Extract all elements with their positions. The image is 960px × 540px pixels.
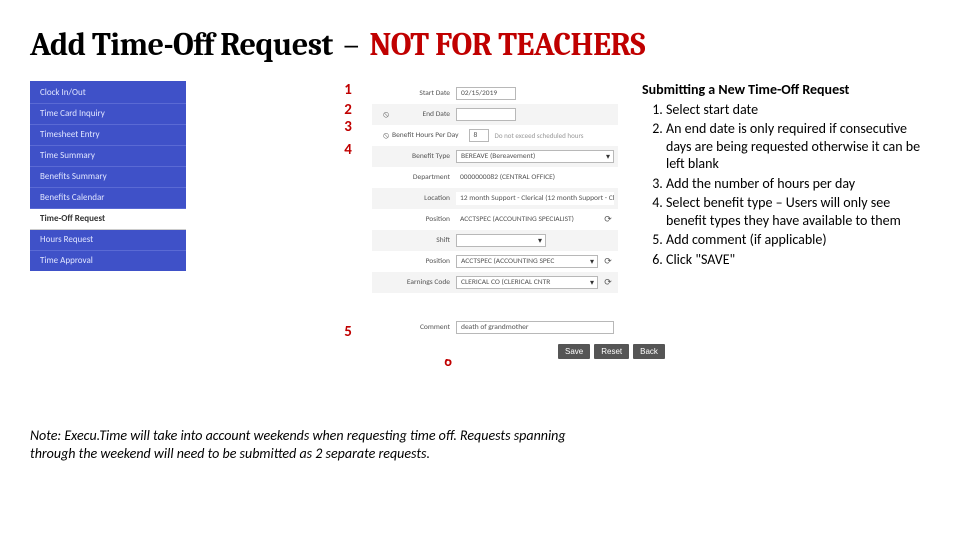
- callout-2: 2: [338, 101, 358, 119]
- callout-5: 5: [338, 323, 358, 341]
- back-button[interactable]: Back: [633, 344, 665, 359]
- end-date-input[interactable]: [456, 108, 516, 121]
- earnings-select[interactable]: CLERICAL CO (CLERICAL CNTR: [456, 276, 598, 289]
- sidebar-item-time-approval[interactable]: Time Approval: [30, 251, 186, 271]
- row-position2: Position ACCTSPEC (ACCOUNTING SPEC ⟳: [372, 251, 618, 272]
- row-start-date: Start Date 02/15/2019: [372, 83, 618, 104]
- location-value: 12 month Support - Clerical (12 month Su…: [456, 192, 614, 205]
- sidebar-item-benefits-summary[interactable]: Benefits Summary: [30, 167, 186, 188]
- position2-select[interactable]: ACCTSPEC (ACCOUNTING SPEC: [456, 255, 598, 268]
- callout-1: 1: [338, 81, 358, 99]
- row-department: Department 0000000082 (CENTRAL OFFICE): [372, 167, 618, 188]
- shift-select[interactable]: [456, 234, 546, 247]
- sidebar-item-timecard[interactable]: Time Card Inquiry: [30, 104, 186, 125]
- benefit-hours-input[interactable]: 8: [469, 129, 489, 142]
- label-position2: Position: [376, 257, 456, 266]
- button-row: Save Reset Back: [558, 344, 618, 359]
- page-title: Add Time-Off Request – NOT FOR TEACHERS: [30, 26, 930, 63]
- app-screenshot: Clock In/Out Time Card Inquiry Timesheet…: [30, 81, 622, 381]
- title-dash: –: [343, 26, 359, 63]
- benefit-type-select[interactable]: BEREAVE (Bereavement): [456, 150, 614, 163]
- row-location: Location 12 month Support - Clerical (12…: [372, 188, 618, 209]
- instruction-item: An end date is only required if consecut…: [666, 120, 930, 173]
- callout-3: 3: [338, 118, 358, 136]
- comment-input[interactable]: death of grandmother: [456, 321, 614, 334]
- row-shift: Shift: [372, 230, 618, 251]
- instruction-item: Select start date: [666, 101, 930, 119]
- sidebar: Clock In/Out Time Card Inquiry Timesheet…: [30, 81, 186, 271]
- instruction-item: Add comment (if applicable): [666, 231, 930, 249]
- refresh-icon[interactable]: ⟳: [602, 214, 614, 226]
- position-value: ACCTSPEC (ACCOUNTING SPECIALIST): [456, 213, 598, 226]
- sidebar-item-hours-request[interactable]: Hours Request: [30, 230, 186, 251]
- save-button[interactable]: Save: [558, 344, 590, 359]
- row-position: Position ACCTSPEC (ACCOUNTING SPECIALIST…: [372, 209, 618, 230]
- reset-button[interactable]: Reset: [594, 344, 629, 359]
- footer-note: Note: Execu.Time will take into account …: [30, 427, 570, 462]
- instruction-item: Add the number of hours per day: [666, 175, 930, 193]
- form-area: Start Date 02/15/2019 ⦸ End Date ⦸ Benef…: [372, 83, 618, 359]
- label-shift: Shift: [376, 236, 456, 245]
- refresh-icon[interactable]: ⟳: [602, 256, 614, 268]
- row-earnings: Earnings Code CLERICAL CO (CLERICAL CNTR…: [372, 272, 618, 293]
- sidebar-item-clock[interactable]: Clock In/Out: [30, 83, 186, 104]
- sidebar-item-timeoff[interactable]: Time-Off Request: [30, 209, 186, 230]
- label-comment: Comment: [376, 323, 456, 332]
- row-benefit-type: Benefit Type BEREAVE (Bereavement): [372, 146, 618, 167]
- instructions-subtitle: Submitting a New Time-Off Request: [642, 81, 930, 99]
- sidebar-item-timesummary[interactable]: Time Summary: [30, 146, 186, 167]
- label-earnings: Earnings Code: [376, 278, 456, 287]
- instruction-item: Select benefit type – Users will only se…: [666, 194, 930, 229]
- title-red: NOT FOR TEACHERS: [369, 26, 645, 63]
- refresh-icon[interactable]: ⟳: [602, 277, 614, 289]
- label-position: Position: [376, 215, 456, 224]
- label-department: Department: [376, 173, 456, 182]
- callout-4: 4: [338, 141, 358, 159]
- title-black: Add Time-Off Request: [30, 26, 333, 63]
- sidebar-item-timesheet[interactable]: Timesheet Entry: [30, 125, 186, 146]
- benefit-hours-info-icon: ⦸: [380, 130, 392, 142]
- label-benefit-type: Benefit Type: [376, 152, 456, 161]
- label-location: Location: [376, 194, 456, 203]
- department-value: 0000000082 (CENTRAL OFFICE): [456, 171, 614, 184]
- sidebar-item-benefits-calendar[interactable]: Benefits Calendar: [30, 188, 186, 209]
- label-start-date: Start Date: [376, 89, 456, 98]
- end-date-info-icon: ⦸: [380, 109, 392, 121]
- row-end-date: ⦸ End Date: [372, 104, 618, 125]
- label-benefit-hours: Benefit Hours Per Day: [392, 131, 465, 140]
- row-benefit-hours: ⦸ Benefit Hours Per Day 8 Do not exceed …: [372, 125, 618, 146]
- instructions: Submitting a New Time-Off Request Select…: [642, 81, 930, 381]
- start-date-input[interactable]: 02/15/2019: [456, 87, 516, 100]
- benefit-hours-hint: Do not exceed scheduled hours: [495, 131, 584, 140]
- instructions-list: Select start date An end date is only re…: [648, 101, 930, 269]
- instruction-item: Click "SAVE": [666, 251, 930, 269]
- label-end-date: End Date: [392, 110, 456, 119]
- row-comment: Comment death of grandmother: [372, 317, 618, 338]
